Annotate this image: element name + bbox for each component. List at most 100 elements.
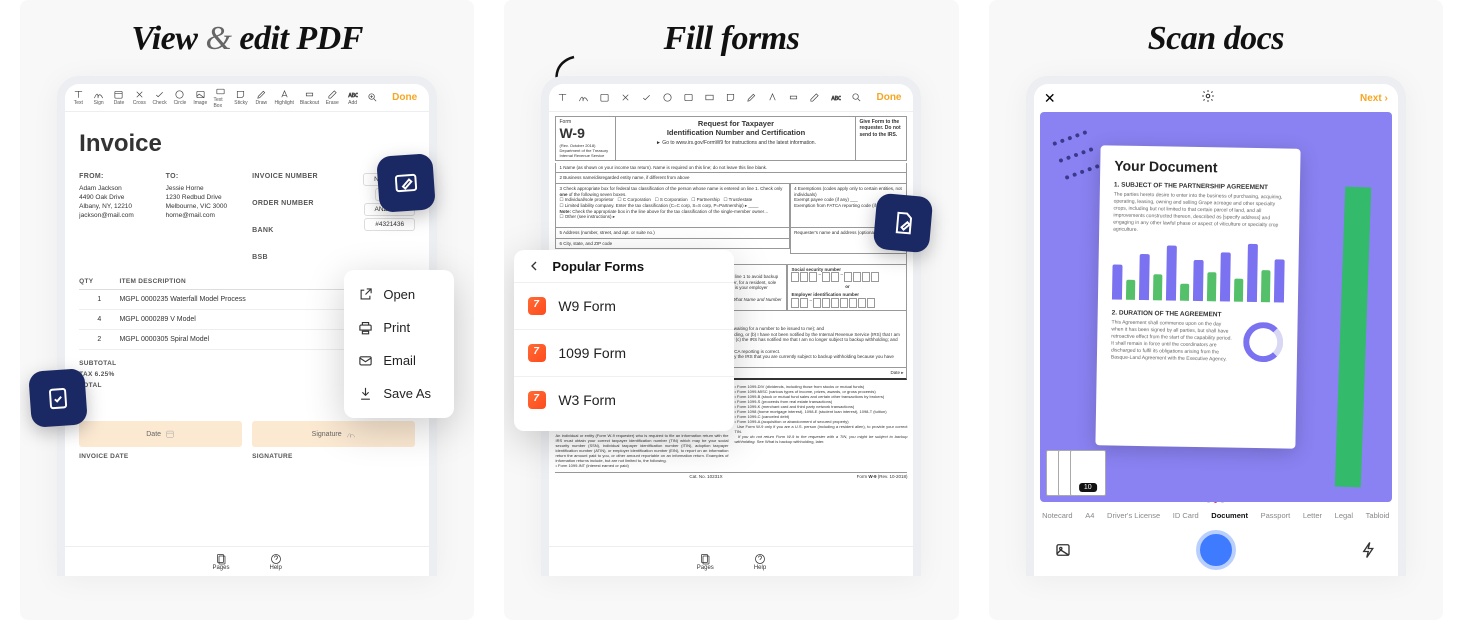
nav-help[interactable]: Help: [754, 553, 766, 571]
doc-type-option[interactable]: Tabloid: [1366, 511, 1390, 520]
camera-preview: Your Document 1. SUBJECT OF THE PARTNERS…: [1040, 112, 1392, 502]
title-amp: &: [205, 20, 239, 57]
editor-toolbar: ABC Done: [549, 84, 913, 112]
form-option-1099[interactable]: 1099 Form: [514, 329, 734, 376]
w9-form-number: W-9: [559, 125, 612, 143]
tool-sticky[interactable]: Sticky: [234, 89, 248, 106]
form-brand-icon: [528, 344, 546, 362]
doc-section-heading: 1. SUBJECT OF THE PARTNERSHIP AGREEMENT: [1114, 182, 1286, 192]
svg-text:ABC: ABC: [348, 93, 358, 99]
flash-icon[interactable]: [1360, 541, 1378, 559]
menu-saveas[interactable]: Save As: [344, 377, 454, 410]
nav-pages[interactable]: Pages: [212, 553, 229, 571]
tool-check[interactable]: [639, 92, 654, 103]
to-block: TO:Jessie Horne 1230 Redbud Drive Melbou…: [166, 172, 243, 264]
doc-type-option[interactable]: Letter: [1303, 511, 1322, 520]
tool-text[interactable]: Text: [71, 89, 85, 106]
doc-section-heading: 2. DURATION OF THE AGREEMENT: [1111, 309, 1283, 319]
panel-fill-forms: Fill forms ABC Done FormW-9(Rev. October…: [504, 0, 958, 620]
from-block: FROM:Adam Jackson 4490 Oak Drive Albany,…: [79, 172, 156, 264]
tool-blackout[interactable]: [786, 92, 801, 103]
subtotal-label: SUBTOTAL: [79, 360, 116, 367]
decoration-block: [1335, 187, 1371, 488]
title-word: View: [131, 20, 205, 57]
menu-print[interactable]: Print: [344, 311, 454, 344]
settings-icon[interactable]: [1201, 89, 1215, 108]
doc-type-option[interactable]: ID Card: [1173, 511, 1199, 520]
edit-badge-icon: [376, 153, 436, 213]
signature-field[interactable]: Signature: [252, 421, 415, 447]
date-field[interactable]: Date: [79, 421, 242, 447]
tool-erase[interactable]: Erase: [325, 89, 339, 106]
tool-image[interactable]: [681, 92, 696, 103]
shutter-button[interactable]: [1196, 530, 1236, 570]
check-badge-icon: [28, 368, 88, 428]
tool-cross[interactable]: Cross: [132, 89, 146, 106]
bottom-nav: Pages Help: [65, 546, 429, 576]
tool-zoom[interactable]: [366, 92, 380, 103]
tool-draw[interactable]: [744, 92, 759, 103]
doc-title: Your Document: [1114, 158, 1286, 177]
tool-text[interactable]: [555, 92, 570, 103]
tool-cross[interactable]: [618, 92, 633, 103]
tool-zoom[interactable]: [849, 92, 864, 103]
next-button[interactable]: Next ›: [1360, 93, 1388, 104]
tool-sign[interactable]: [576, 92, 591, 103]
doc-section-text: This Agreement shall commence upon on th…: [1111, 319, 1234, 363]
invoice-date-label: INVOICE DATE: [79, 453, 242, 460]
panel-title: Scan docs: [1148, 20, 1284, 58]
tool-draw[interactable]: Draw: [254, 89, 268, 106]
tool-highlight[interactable]: Highlight: [274, 89, 293, 106]
tool-blackout[interactable]: Blackout: [300, 89, 319, 106]
th-qty: QTY: [79, 274, 119, 290]
ssn-boxes[interactable]: ––: [791, 272, 903, 282]
tool-sign[interactable]: Sign: [91, 89, 105, 106]
invoice-title: Invoice: [79, 130, 415, 158]
tax-label: TAX 6.25%: [79, 371, 114, 378]
meta-labels: INVOICE NUMBER ORDER NUMBER BANK BSB: [252, 172, 329, 264]
tool-textbox[interactable]: Text Box: [213, 86, 227, 109]
tool-image[interactable]: Image: [193, 89, 207, 106]
panel-view-edit: View & edit PDF Text Sign Date Cross Che…: [20, 0, 474, 620]
doc-type-option[interactable]: Driver's License: [1107, 511, 1160, 520]
form-brand-icon: [528, 297, 546, 315]
tool-circle[interactable]: Circle: [173, 89, 187, 106]
shutter-bar: [1034, 526, 1398, 574]
menu-email[interactable]: Email: [344, 344, 454, 377]
chevron-left-icon[interactable]: [526, 258, 542, 274]
document-type-selector[interactable]: Notecard A4 Driver's License ID Card Documen…: [1034, 505, 1398, 526]
doc-type-option[interactable]: Passport: [1261, 511, 1291, 520]
tool-check[interactable]: Check: [152, 89, 166, 106]
tool-add[interactable]: ABCAdd: [345, 89, 359, 106]
tool-circle[interactable]: [660, 92, 675, 103]
form-badge-icon: [872, 193, 933, 254]
doc-type-option[interactable]: Document: [1211, 511, 1248, 520]
doc-type-option[interactable]: A4: [1085, 511, 1094, 520]
form-option-w3[interactable]: W3 Form: [514, 376, 734, 423]
w9-give: Give Form to the requester. Do not send …: [856, 117, 906, 160]
form-option-w9[interactable]: W9 Form: [514, 282, 734, 329]
tool-sticky[interactable]: [723, 92, 738, 103]
tool-date[interactable]: [597, 92, 612, 103]
form-brand-icon: [528, 391, 546, 409]
tool-erase[interactable]: [807, 92, 822, 103]
done-button[interactable]: Done: [870, 92, 907, 103]
tool-textbox[interactable]: [702, 92, 717, 103]
ein-boxes[interactable]: –: [791, 298, 903, 308]
signature-label: SIGNATURE: [252, 453, 415, 460]
tool-date[interactable]: Date: [112, 89, 126, 106]
doc-bar-chart: [1112, 242, 1285, 303]
decoration-dots: [1048, 123, 1104, 187]
done-button[interactable]: Done: [386, 92, 423, 103]
doc-type-option[interactable]: Legal: [1335, 511, 1353, 520]
tool-add[interactable]: ABC: [828, 92, 843, 103]
doc-type-option[interactable]: Notecard: [1042, 511, 1072, 520]
gallery-icon[interactable]: [1054, 541, 1072, 559]
nav-pages[interactable]: Pages: [697, 553, 714, 571]
popular-forms-title: Popular Forms: [552, 259, 644, 274]
close-icon[interactable]: ✕: [1044, 90, 1056, 107]
tool-highlight[interactable]: [765, 92, 780, 103]
nav-help[interactable]: Help: [269, 553, 281, 571]
menu-open[interactable]: Open: [344, 278, 454, 311]
thumbnail-stack[interactable]: [1046, 450, 1082, 496]
